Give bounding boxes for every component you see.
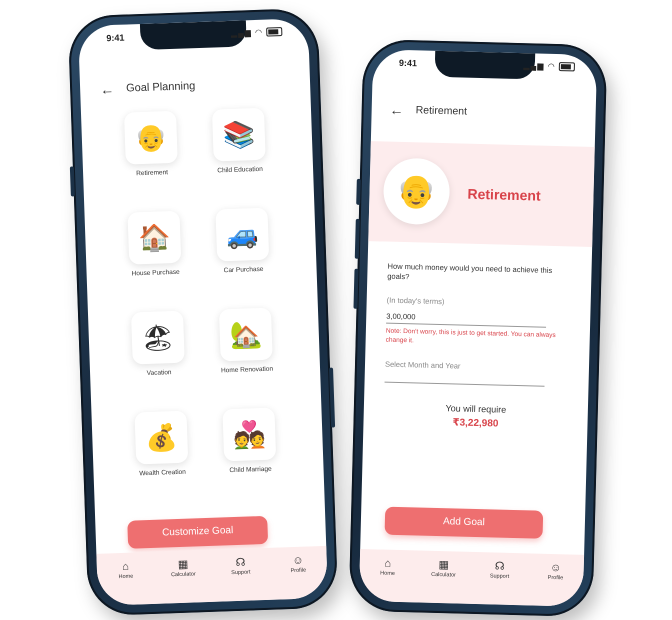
house-icon: 🏠 — [127, 210, 182, 265]
goal-grid: 👴 Retirement 📚 Child Education 🏠 House P… — [115, 107, 285, 477]
tab-home[interactable]: ⌂ Home — [107, 560, 144, 580]
hero-title: Retirement — [467, 185, 541, 204]
phone-goal-planning: 9:41 ▂▄▆ ◠ ← Goal Planning 👴 Retirement … — [67, 7, 339, 617]
amount-hint: (In today's terms) — [386, 295, 445, 307]
bottom-tab-bar: ⌂ Home ▦ Calculator ☊ Support ☺ Profile — [358, 548, 585, 607]
goal-child-education[interactable]: 📚 Child Education — [203, 107, 275, 175]
tab-label: Home — [118, 573, 134, 581]
retirement-icon: 👴 — [123, 110, 178, 165]
goal-label: Car Purchase — [223, 265, 264, 275]
goal-home-renovation[interactable]: 🏡 Home Renovation — [210, 307, 282, 375]
goal-label: Retirement — [136, 169, 169, 178]
retirement-icon: 👴 — [382, 157, 451, 226]
goal-vacation[interactable]: 🏖 Vacation — [122, 310, 194, 378]
calculator-icon: ▦ — [177, 558, 189, 572]
signal-icon: ▂▄▆ — [523, 61, 545, 71]
tab-label: Support — [231, 569, 251, 577]
battery-icon — [558, 62, 575, 72]
profile-icon: ☺ — [292, 554, 304, 568]
education-icon: 📚 — [211, 107, 266, 162]
tab-home[interactable]: ⌂ Home — [369, 557, 405, 577]
home-icon: ⌂ — [122, 560, 130, 573]
goal-car-purchase[interactable]: 🚙 Car Purchase — [206, 207, 278, 275]
bottom-tab-bar: ⌂ Home ▦ Calculator ☊ Support ☺ Profile — [96, 545, 329, 606]
battery-icon — [266, 27, 283, 38]
header: ← Retirement — [389, 102, 467, 120]
side-button — [329, 367, 336, 428]
tab-label: Profile — [547, 574, 564, 582]
goal-label: Child Marriage — [229, 465, 272, 475]
page-title: Retirement — [415, 104, 468, 118]
month-year-field[interactable]: Select Month and Year — [385, 360, 545, 373]
goal-label: Vacation — [146, 369, 172, 378]
goal-label: Child Education — [217, 165, 263, 175]
month-year-underline — [384, 381, 545, 387]
wifi-icon: ◠ — [254, 27, 264, 38]
screen: 9:41 ▂▄▆ ◠ ← Retirement 👴 Retirement How… — [358, 49, 598, 607]
calculator-icon: ▦ — [438, 559, 450, 572]
require-label: You will require — [445, 403, 507, 415]
money-bag-icon: 💰 — [134, 410, 189, 465]
back-arrow-icon[interactable]: ← — [389, 102, 403, 118]
profile-icon: ☺ — [549, 561, 562, 575]
home-icon: ⌂ — [384, 557, 392, 570]
support-icon: ☊ — [494, 560, 505, 573]
back-arrow-icon[interactable]: ← — [100, 81, 115, 97]
tab-support[interactable]: ☊ Support — [222, 556, 259, 576]
wifi-icon: ◠ — [547, 61, 556, 71]
car-icon: 🚙 — [215, 207, 270, 262]
tab-support[interactable]: ☊ Support — [481, 560, 517, 580]
tab-label: Profile — [290, 567, 307, 575]
tab-label: Calculator — [431, 571, 456, 579]
status-time: 9:41 — [398, 57, 418, 69]
goal-label: House Purchase — [131, 268, 180, 278]
hero-banner: 👴 Retirement — [368, 141, 595, 247]
signal-icon: ▂▄▆ — [230, 28, 252, 38]
tab-label: Calculator — [170, 571, 196, 579]
tab-label: Home — [380, 570, 395, 577]
page-title: Goal Planning — [125, 80, 196, 95]
side-button — [69, 166, 75, 197]
goal-label: Home Renovation — [220, 365, 274, 375]
goal-label: Wealth Creation — [139, 468, 186, 478]
status-icons: ▂▄▆ ◠ — [231, 27, 283, 38]
tab-profile[interactable]: ☺ Profile — [280, 554, 317, 574]
goal-retirement[interactable]: 👴 Retirement — [115, 110, 187, 179]
tab-label: Support — [489, 573, 510, 580]
status-time: 9:41 — [106, 32, 125, 44]
side-button — [353, 268, 359, 309]
notch — [434, 50, 536, 80]
header: ← Goal Planning — [100, 78, 196, 97]
amount-question: How much money would you need to achieve… — [387, 261, 553, 282]
customize-goal-button[interactable]: Customize Goal — [127, 515, 269, 549]
support-icon: ☊ — [235, 556, 246, 570]
home-renovation-icon: 🏡 — [218, 307, 273, 362]
phone-retirement: 9:41 ▂▄▆ ◠ ← Retirement 👴 Retirement How… — [348, 38, 608, 618]
note-text: Note: Don't worry, this is just to get s… — [385, 327, 556, 345]
goal-wealth-creation[interactable]: 💰 Wealth Creation — [125, 410, 197, 478]
tab-calculator[interactable]: ▦ Calculator — [165, 558, 202, 579]
add-goal-button[interactable]: Add Goal — [384, 506, 544, 539]
tab-profile[interactable]: ☺ Profile — [537, 562, 573, 582]
vacation-icon: 🏖 — [130, 310, 185, 365]
require-value: ₹3,22,980 — [452, 417, 499, 430]
goal-child-marriage[interactable]: 💑 Child Marriage — [213, 407, 285, 475]
goal-house-purchase[interactable]: 🏠 House Purchase — [118, 210, 190, 278]
couple-icon: 💑 — [222, 407, 277, 462]
side-button — [354, 218, 360, 259]
side-button — [356, 178, 361, 205]
status-icons: ▂▄▆ ◠ — [523, 61, 575, 72]
screen: 9:41 ▂▄▆ ◠ ← Goal Planning 👴 Retirement … — [77, 18, 329, 606]
tab-calculator[interactable]: ▦ Calculator — [425, 559, 461, 579]
